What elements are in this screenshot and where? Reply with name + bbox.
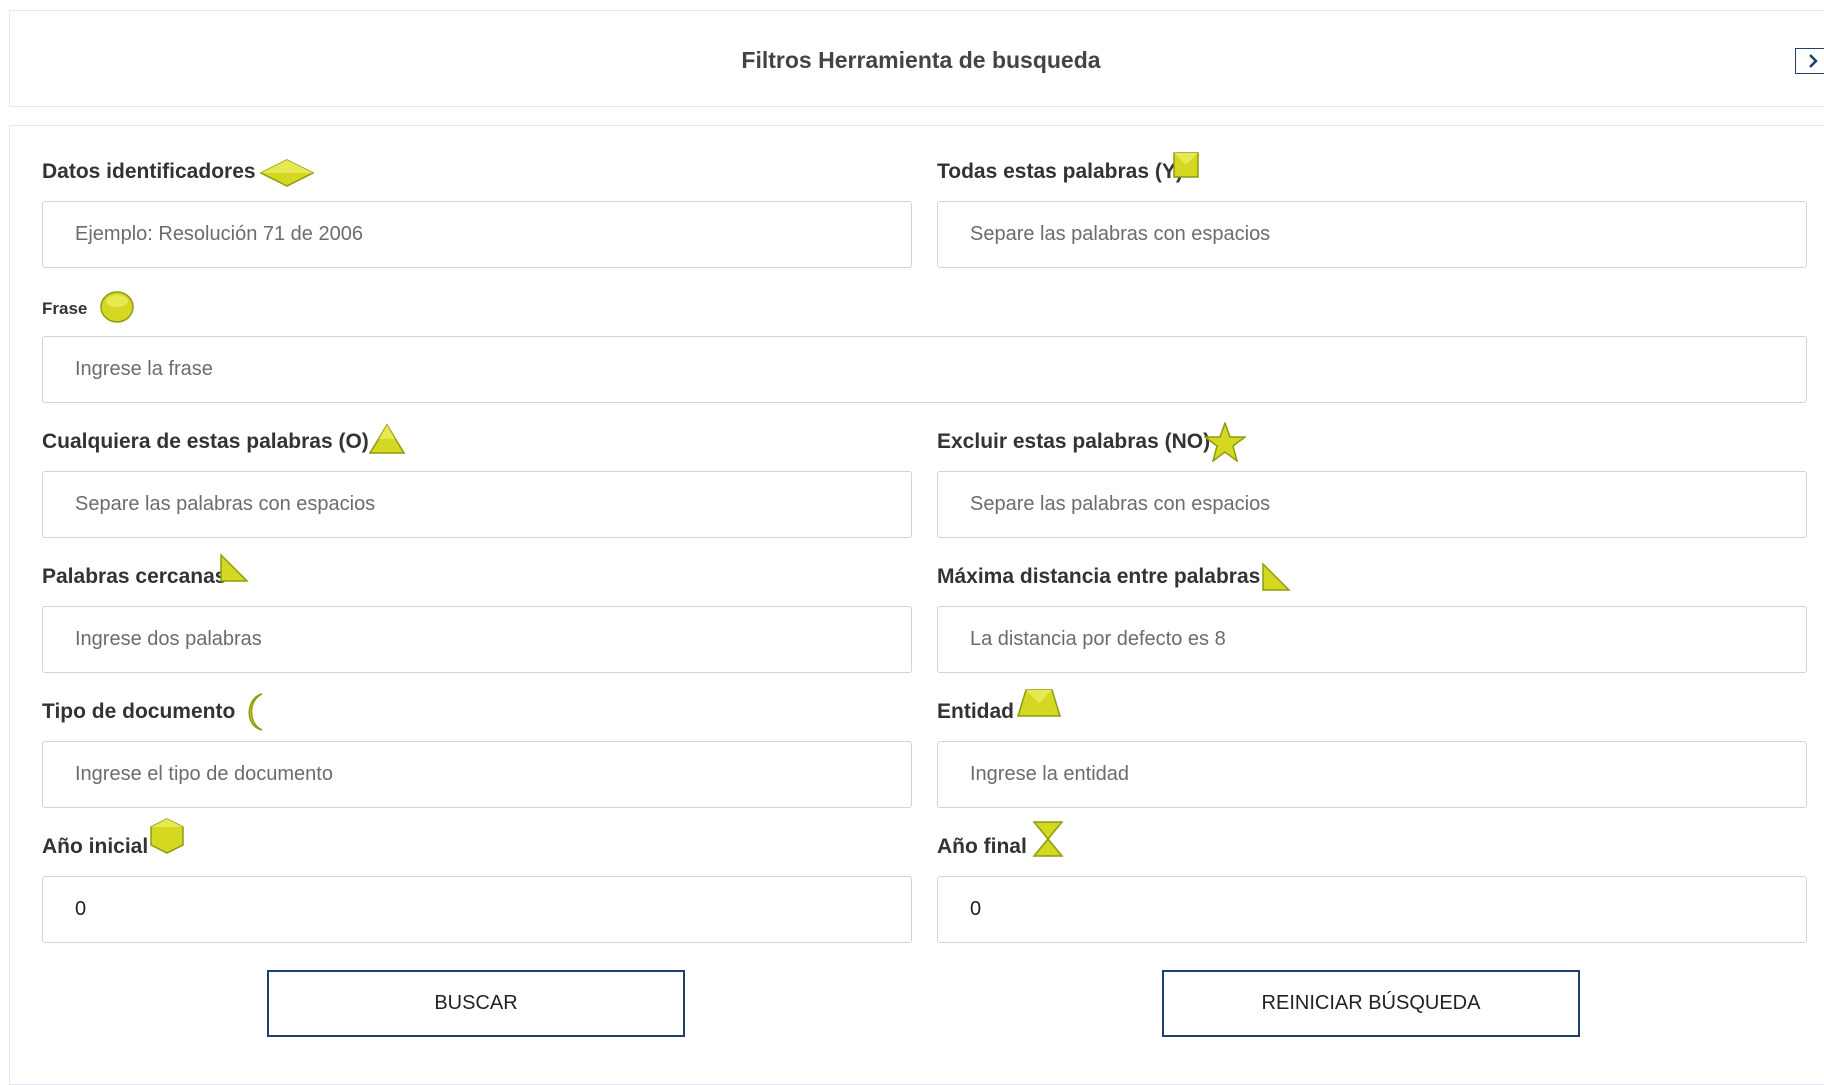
- palabras-cercanas-input[interactable]: [42, 606, 912, 673]
- entidad-input[interactable]: [937, 741, 1807, 808]
- todas-estas-palabras-input[interactable]: [937, 201, 1807, 268]
- circle-icon: [100, 291, 134, 323]
- label-anio-inicial: Año inicial: [42, 835, 149, 858]
- frase-input[interactable]: [42, 336, 1807, 403]
- hourglass-icon: [1032, 821, 1064, 857]
- anio-final-input[interactable]: [937, 876, 1807, 943]
- label-cualquiera-de-estas-palabras: Cualquiera de estas palabras (O): [42, 430, 369, 453]
- label-entidad: Entidad: [937, 700, 1014, 723]
- star-icon: [1204, 422, 1246, 462]
- datos-identificadores-input[interactable]: [42, 201, 912, 268]
- excluir-estas-palabras-input[interactable]: [937, 471, 1807, 538]
- label-excluir-estas-palabras: Excluir estas palabras (NO): [937, 430, 1211, 453]
- anio-inicial-input[interactable]: [42, 876, 912, 943]
- filters-header: Filtros Herramienta de busqueda: [9, 10, 1824, 107]
- right-triangle-icon: [220, 553, 249, 582]
- label-palabras-cercanas: Palabras cercanas: [42, 565, 227, 588]
- label-datos-identificadores: Datos identificadores: [42, 160, 256, 183]
- label-frase: Frase: [42, 299, 88, 318]
- trapezoid-icon: [1016, 689, 1062, 717]
- header-title: Filtros Herramienta de busqueda: [741, 47, 1101, 73]
- diamond-icon: [260, 159, 314, 187]
- reset-search-button[interactable]: REINICIAR BÚSQUEDA: [1162, 970, 1580, 1037]
- label-anio-final: Año final: [937, 835, 1027, 858]
- square-icon: [1173, 152, 1199, 178]
- tipo-de-documento-input[interactable]: [42, 741, 912, 808]
- crescent-moon-icon: [248, 693, 263, 731]
- hexagon-icon: [150, 818, 184, 854]
- right-triangle-icon: [1262, 562, 1291, 591]
- maxima-distancia-input[interactable]: [937, 606, 1807, 673]
- label-maxima-distancia: Máxima distancia entre palabras: [937, 565, 1261, 588]
- collapse-button[interactable]: [1795, 48, 1824, 74]
- label-tipo-de-documento: Tipo de documento: [42, 700, 236, 723]
- label-todas-estas-palabras: Todas estas palabras (Y): [937, 160, 1183, 183]
- triangle-icon: [368, 423, 406, 454]
- chevron-right-icon: [1809, 54, 1818, 68]
- cualquiera-de-estas-palabras-input[interactable]: [42, 471, 912, 538]
- search-button[interactable]: BUSCAR: [267, 970, 685, 1037]
